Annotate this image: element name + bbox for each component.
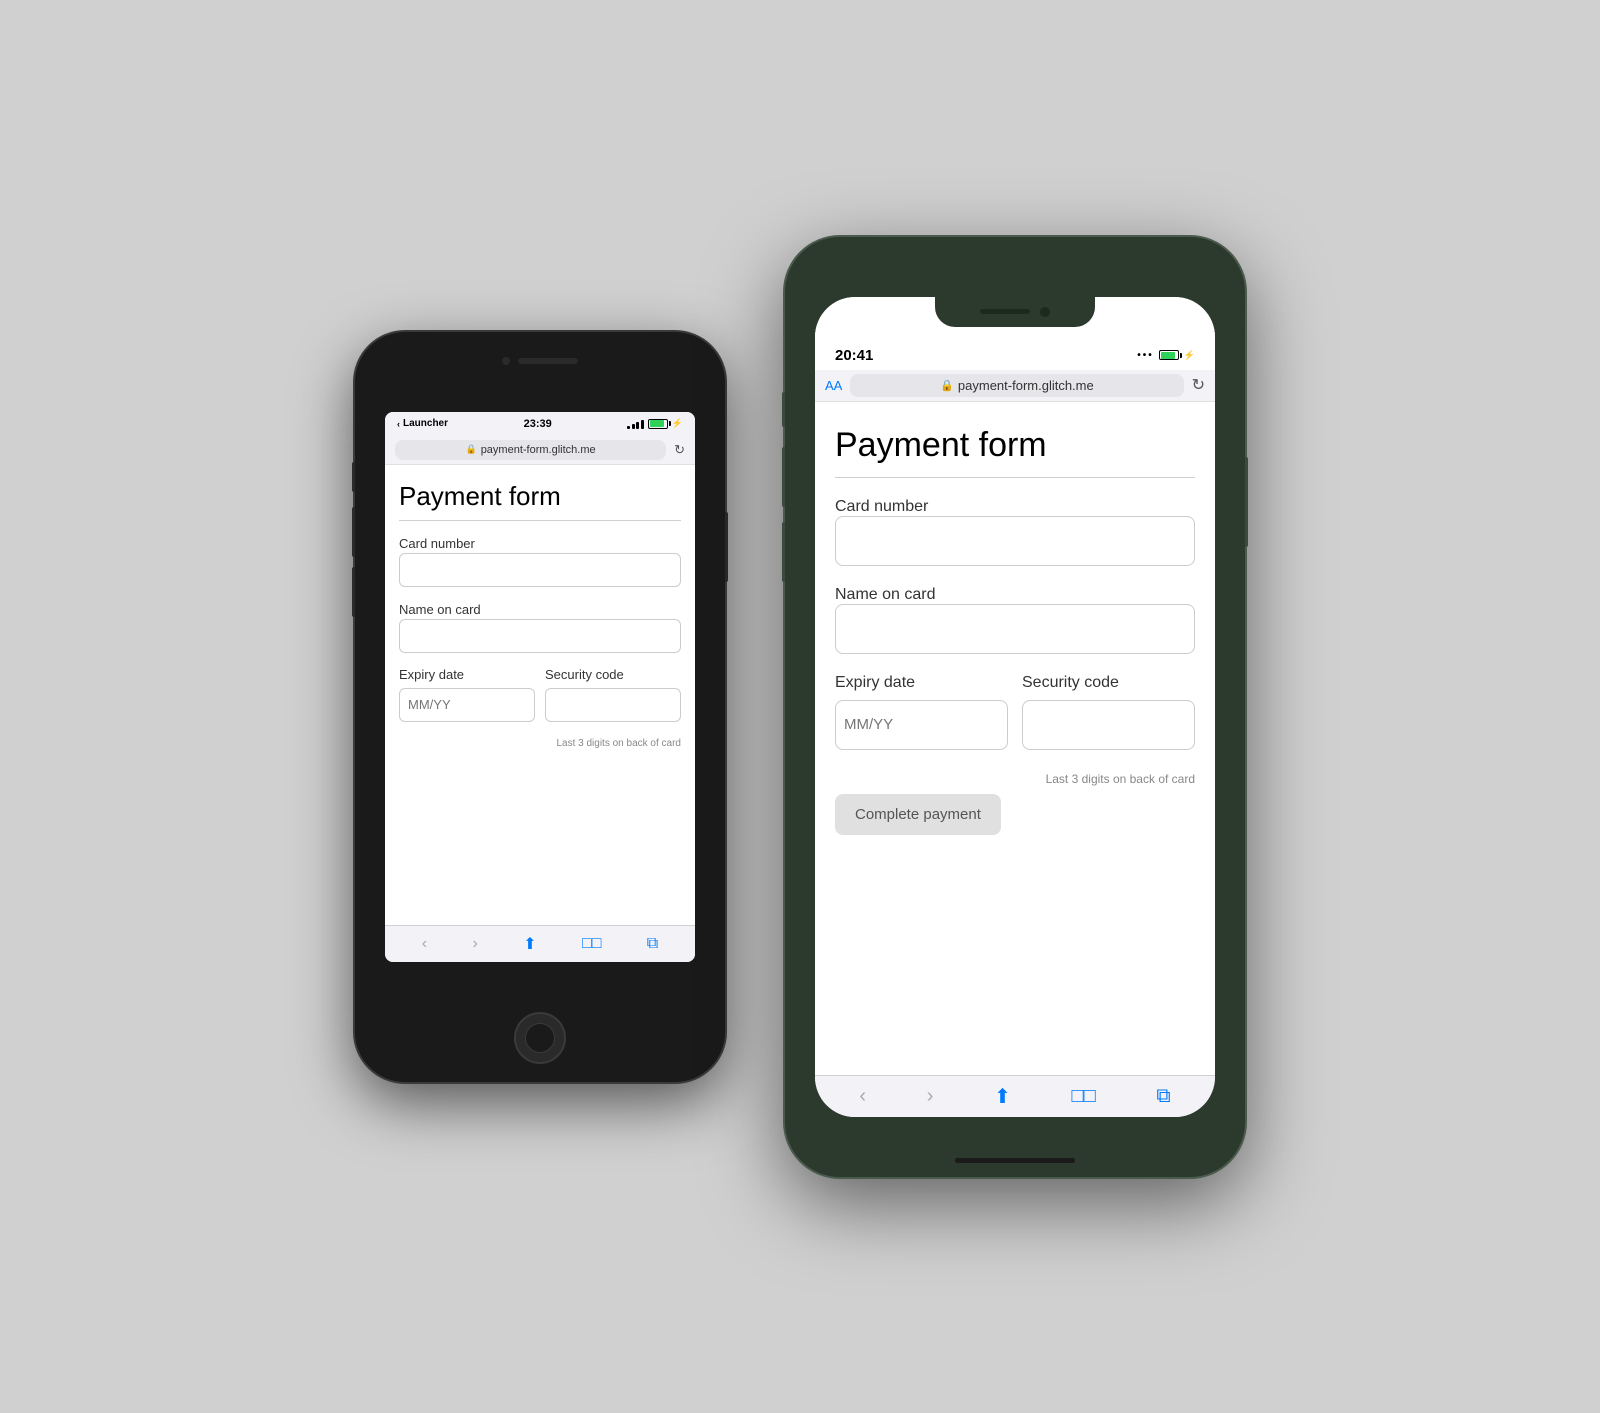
status-time-small: 23:39 bbox=[524, 418, 552, 430]
status-right-small: ⚡ bbox=[627, 418, 683, 429]
notch-camera bbox=[1040, 307, 1050, 317]
share-button-small[interactable]: ⬆ bbox=[523, 934, 536, 954]
card-number-label-small: Card number bbox=[399, 536, 475, 551]
signal-bar-1 bbox=[627, 426, 630, 429]
status-bar-small: ‹ Launcher 23:39 ⚡ bbox=[385, 412, 695, 436]
battery-icon-small bbox=[648, 419, 668, 429]
security-hint-small: Last 3 digits on back of card bbox=[545, 738, 681, 749]
signal-dots-icon: ••• bbox=[1137, 350, 1154, 361]
title-divider-small bbox=[399, 520, 681, 521]
status-app-label: Launcher bbox=[403, 418, 448, 429]
expiry-col-small: Expiry date bbox=[399, 667, 535, 736]
url-text-large: payment-form.glitch.me bbox=[958, 378, 1094, 393]
home-button-small[interactable] bbox=[514, 1012, 566, 1064]
iphone-small: ‹ Launcher 23:39 ⚡ 🔒 payme bbox=[355, 332, 725, 1082]
mute-button-large bbox=[782, 392, 785, 427]
security-input-small[interactable] bbox=[545, 688, 681, 722]
status-left: ‹ Launcher bbox=[397, 418, 448, 429]
aa-button-large[interactable]: AA bbox=[825, 378, 842, 393]
lock-icon-small: 🔒 bbox=[465, 444, 476, 455]
browser-bar-large: AA 🔒 payment-form.glitch.me ↻ bbox=[815, 370, 1215, 402]
power-button-large bbox=[1245, 457, 1248, 547]
expiry-input-large[interactable] bbox=[835, 700, 1008, 750]
card-number-input-small[interactable] bbox=[399, 553, 681, 587]
mute-button bbox=[352, 462, 355, 492]
bottom-row-small: Expiry date Security code Last 3 digits … bbox=[399, 667, 681, 749]
camera-dot bbox=[502, 357, 510, 365]
web-content-small: Payment form Card number Name on card Ex… bbox=[385, 465, 695, 925]
camera-area bbox=[502, 357, 578, 365]
charge-icon: ⚡ bbox=[672, 418, 683, 429]
signal-bar-4 bbox=[641, 420, 644, 429]
forward-button-small[interactable]: › bbox=[472, 935, 477, 953]
back-button-large[interactable]: ‹ bbox=[859, 1085, 866, 1108]
share-button-large[interactable]: ⬆ bbox=[994, 1084, 1011, 1109]
name-input-small[interactable] bbox=[399, 619, 681, 653]
volume-down-button bbox=[352, 567, 355, 617]
home-indicator-large bbox=[955, 1158, 1075, 1163]
security-col-small: Security code Last 3 digits on back of c… bbox=[545, 667, 681, 749]
signal-bar-2 bbox=[632, 424, 635, 429]
tabs-button-large[interactable]: ⧉ bbox=[1156, 1085, 1170, 1108]
security-label-small: Security code bbox=[545, 667, 681, 682]
refresh-button-small[interactable]: ↻ bbox=[674, 442, 685, 458]
power-button bbox=[725, 512, 728, 582]
url-bar-small[interactable]: 🔒 payment-form.glitch.me bbox=[395, 440, 666, 460]
security-input-large[interactable] bbox=[1022, 700, 1195, 750]
page-title-large: Payment form bbox=[835, 426, 1195, 465]
expiry-col-large: Expiry date bbox=[835, 674, 1008, 770]
url-bar-large[interactable]: 🔒 payment-form.glitch.me bbox=[850, 374, 1183, 397]
security-col-large: Security code Last 3 digits on back of c… bbox=[1022, 674, 1195, 786]
charge-icon-large: ⚡ bbox=[1184, 350, 1195, 361]
forward-button-large[interactable]: › bbox=[927, 1085, 934, 1108]
signal-bar-3 bbox=[636, 422, 639, 429]
back-chevron-icon: ‹ bbox=[397, 419, 400, 429]
signal-icon bbox=[627, 419, 644, 429]
security-label-large: Security code bbox=[1022, 674, 1195, 692]
safari-toolbar-large: ‹ › ⬆ □□ ⧉ bbox=[815, 1075, 1215, 1117]
volume-down-button-large bbox=[782, 522, 785, 582]
card-number-input-large[interactable] bbox=[835, 516, 1195, 566]
status-right-large: ••• ⚡ bbox=[1137, 350, 1195, 361]
name-label-large: Name on card bbox=[835, 586, 936, 603]
battery-icon-large bbox=[1159, 350, 1179, 360]
screen-large: 20:41 ••• ⚡ AA 🔒 payment-form.glitch.me … bbox=[815, 297, 1215, 1117]
status-time-large: 20:41 bbox=[835, 347, 873, 364]
refresh-button-large[interactable]: ↻ bbox=[1192, 375, 1205, 395]
title-divider-large bbox=[835, 477, 1195, 478]
card-number-label-large: Card number bbox=[835, 498, 928, 515]
name-label-small: Name on card bbox=[399, 602, 481, 617]
speaker-bar bbox=[518, 358, 578, 364]
screen-small: ‹ Launcher 23:39 ⚡ 🔒 payme bbox=[385, 412, 695, 962]
volume-up-button-large bbox=[782, 447, 785, 507]
notch-speaker bbox=[980, 309, 1030, 314]
expiry-label-large: Expiry date bbox=[835, 674, 1008, 692]
complete-payment-button[interactable]: Complete payment bbox=[835, 794, 1001, 835]
notch bbox=[935, 297, 1095, 327]
bookmarks-button-large[interactable]: □□ bbox=[1072, 1085, 1096, 1108]
url-text-small: payment-form.glitch.me bbox=[481, 444, 596, 456]
volume-up-button bbox=[352, 507, 355, 557]
page-title-small: Payment form bbox=[399, 481, 681, 512]
lock-icon-large: 🔒 bbox=[940, 379, 954, 392]
bottom-row-large: Expiry date Security code Last 3 digits … bbox=[835, 674, 1195, 786]
security-hint-large: Last 3 digits on back of card bbox=[1022, 772, 1195, 786]
iphone-large: 20:41 ••• ⚡ AA 🔒 payment-form.glitch.me … bbox=[785, 237, 1245, 1177]
bookmarks-button-small[interactable]: □□ bbox=[582, 935, 601, 953]
safari-toolbar-small: ‹ › ⬆ □□ ⧉ bbox=[385, 925, 695, 962]
name-input-large[interactable] bbox=[835, 604, 1195, 654]
tabs-button-small[interactable]: ⧉ bbox=[647, 935, 658, 953]
browser-bar-small: 🔒 payment-form.glitch.me ↻ bbox=[385, 436, 695, 465]
expiry-label-small: Expiry date bbox=[399, 667, 535, 682]
expiry-input-small[interactable] bbox=[399, 688, 535, 722]
web-content-large: Payment form Card number Name on card Ex… bbox=[815, 402, 1215, 1075]
back-button-small[interactable]: ‹ bbox=[422, 935, 427, 953]
